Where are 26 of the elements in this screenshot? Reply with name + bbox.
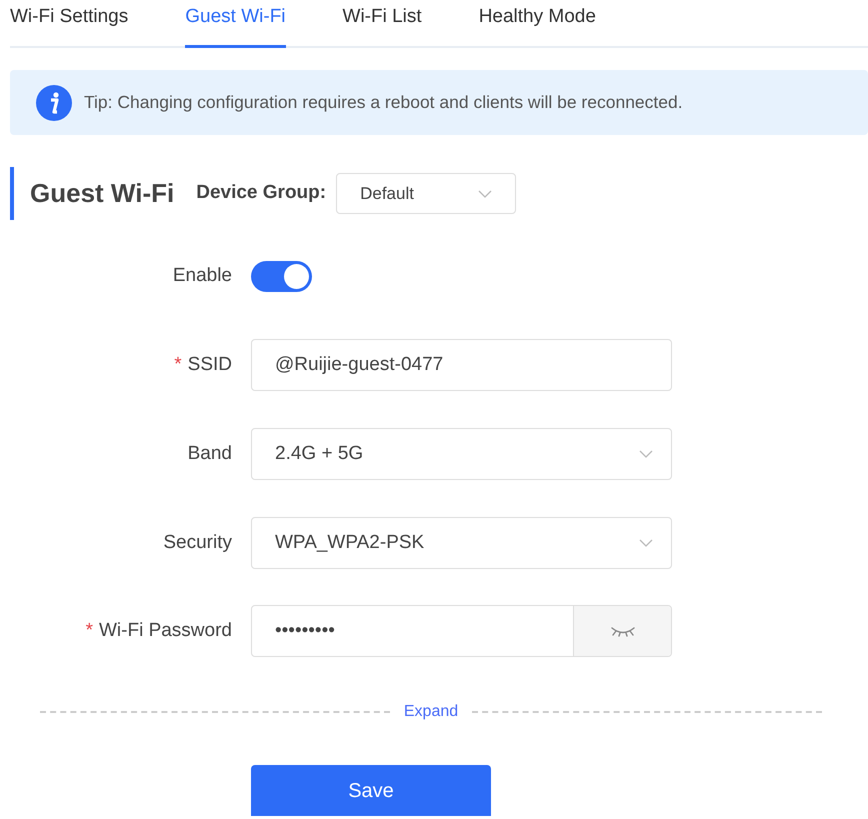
device-group-select[interactable]: Default (336, 173, 516, 214)
info-icon (36, 84, 72, 120)
device-group-label: Device Group: (196, 181, 326, 206)
tab[interactable]: Wi-Fi Settings (10, 0, 128, 48)
section-marker (10, 167, 14, 220)
ssid-field[interactable]: @Ruijie-guest-0477 (251, 339, 672, 391)
select-field[interactable]: 2.4G + 5G (251, 428, 672, 480)
field-label: Band (188, 442, 232, 466)
chevron-down-icon (639, 450, 653, 458)
closed-eye-icon (610, 625, 636, 637)
chevron-down-icon (478, 190, 492, 198)
tip-text: Tip: Changing configuration requires a reboot and clients will be reconnected. (84, 91, 683, 114)
field-label: Security (163, 530, 232, 555)
field-label: * Wi-Fi Password (86, 618, 232, 643)
section-title: Guest Wi-Fi (30, 177, 174, 210)
field-label: Enable (172, 264, 232, 288)
expand-link[interactable]: Expand (404, 700, 458, 724)
tab[interactable]: Guest Wi-Fi (185, 0, 286, 48)
chevron-down-icon (639, 539, 653, 547)
tab[interactable]: Wi-Fi List (342, 0, 422, 48)
field-label: * SSID (174, 352, 232, 377)
tab[interactable]: Healthy Mode (478, 0, 596, 48)
enable-toggle[interactable] (251, 260, 312, 292)
select-field[interactable]: WPA_WPA2-PSK (251, 517, 672, 569)
save-button[interactable]: Save (251, 765, 491, 816)
password-field[interactable]: ••••••••• (251, 605, 672, 657)
